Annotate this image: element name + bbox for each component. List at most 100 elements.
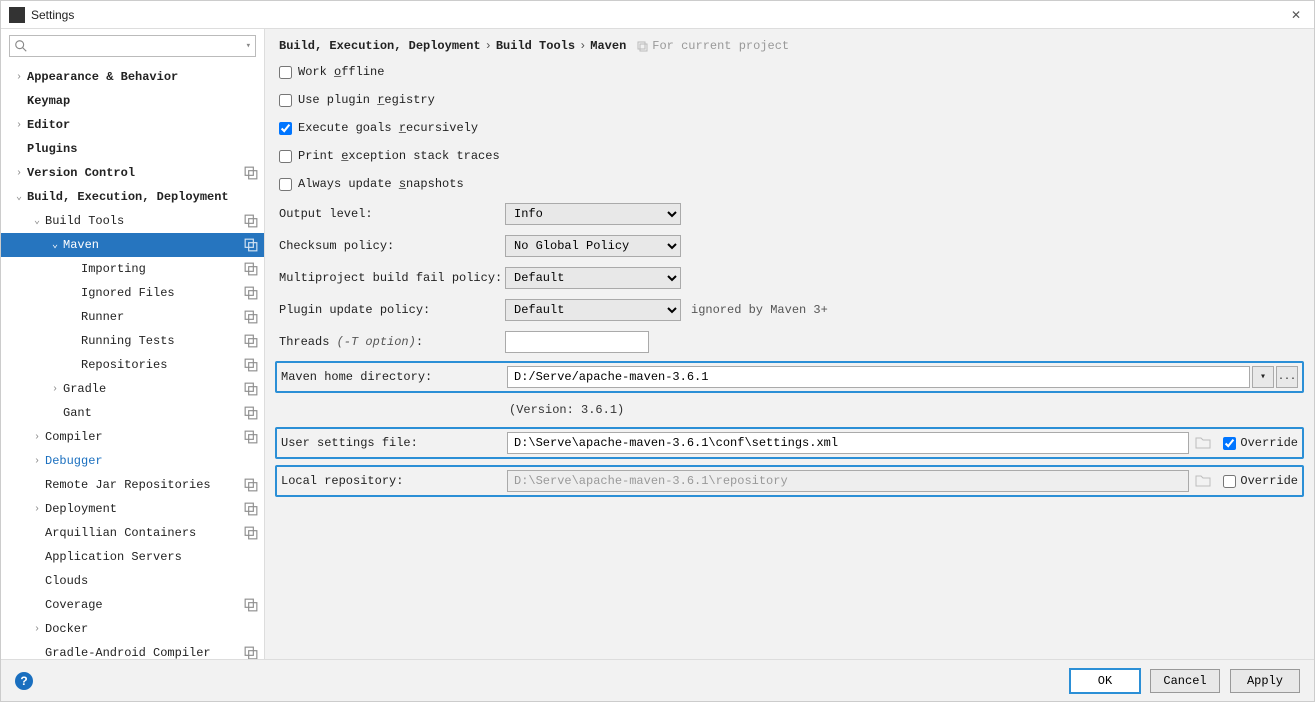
cancel-button[interactable]: Cancel: [1150, 669, 1220, 693]
search-wrap: ▾: [9, 35, 256, 57]
local-repo-override[interactable]: Override: [1223, 474, 1298, 488]
settings-tree: ›Appearance & BehaviorKeymap›EditorPlugi…: [1, 63, 264, 659]
tree-item-arquillian-containers[interactable]: Arquillian Containers: [1, 521, 264, 545]
local-repo-label: Local repository:: [281, 474, 507, 488]
folder-icon[interactable]: [1195, 435, 1211, 451]
user-settings-label: User settings file:: [281, 436, 507, 450]
copy-icon: [244, 406, 258, 420]
tree-item-clouds[interactable]: Clouds: [1, 569, 264, 593]
tree-label: Gradle: [63, 382, 106, 396]
tree-label: Importing: [81, 262, 146, 276]
plugin-update-label: Plugin update policy:: [279, 303, 505, 317]
tree-label: Build Tools: [45, 214, 124, 228]
tree-item-compiler[interactable]: ›Compiler: [1, 425, 264, 449]
tree-label: Deployment: [45, 502, 117, 516]
output-level-select[interactable]: Info: [505, 203, 681, 225]
copy-icon: [244, 262, 258, 276]
tree-item-application-servers[interactable]: Application Servers: [1, 545, 264, 569]
maven-home-input[interactable]: [507, 366, 1250, 388]
tree-item-keymap[interactable]: Keymap: [1, 89, 264, 113]
print-exception-checkbox[interactable]: Print exception stack traces: [279, 145, 1300, 167]
chevron-down-icon[interactable]: ⌄: [49, 239, 61, 251]
multiproject-fail-select[interactable]: Default: [505, 267, 681, 289]
tree-item-deployment[interactable]: ›Deployment: [1, 497, 264, 521]
tree-item-remote-jar-repositories[interactable]: Remote Jar Repositories: [1, 473, 264, 497]
always-update-snapshots-checkbox[interactable]: Always update snapshots: [279, 173, 1300, 195]
tree-item-ignored-files[interactable]: Ignored Files: [1, 281, 264, 305]
main-panel: Build, Execution, Deployment›Build Tools…: [265, 29, 1314, 659]
plugin-update-note: ignored by Maven 3+: [691, 303, 828, 317]
copy-icon: [636, 40, 648, 52]
tree-item-gradle-android-compiler[interactable]: Gradle-Android Compiler: [1, 641, 264, 659]
copy-icon: [244, 358, 258, 372]
maven-version-text: (Version: 3.6.1): [279, 399, 1300, 421]
user-settings-override[interactable]: Override: [1223, 436, 1298, 450]
chevron-right-icon[interactable]: ›: [31, 432, 43, 443]
tree-item-editor[interactable]: ›Editor: [1, 113, 264, 137]
tree-label: Compiler: [45, 430, 103, 444]
apply-button[interactable]: Apply: [1230, 669, 1300, 693]
tree-item-runner[interactable]: Runner: [1, 305, 264, 329]
search-input[interactable]: [30, 39, 246, 53]
chevron-right-icon[interactable]: ›: [31, 456, 43, 467]
checksum-policy-select[interactable]: No Global Policy: [505, 235, 681, 257]
copy-icon: [244, 382, 258, 396]
chevron-down-icon[interactable]: ⌄: [13, 191, 25, 203]
tree-item-maven[interactable]: ⌄Maven: [1, 233, 264, 257]
multiproject-fail-label: Multiproject build fail policy:: [279, 271, 505, 285]
chevron-down-icon[interactable]: ▾: [246, 41, 251, 51]
tree-item-importing[interactable]: Importing: [1, 257, 264, 281]
copy-icon: [244, 430, 258, 444]
close-icon[interactable]: ✕: [1286, 8, 1306, 22]
tree-label: Keymap: [27, 94, 70, 108]
user-settings-input[interactable]: [507, 432, 1189, 454]
tree-item-build-execution-deployment[interactable]: ⌄Build, Execution, Deployment: [1, 185, 264, 209]
copy-icon: [244, 286, 258, 300]
tree-item-version-control[interactable]: ›Version Control: [1, 161, 264, 185]
tree-label: Running Tests: [81, 334, 175, 348]
chevron-down-icon[interactable]: ⌄: [31, 215, 43, 227]
tree-item-build-tools[interactable]: ⌄Build Tools: [1, 209, 264, 233]
chevron-right-icon[interactable]: ›: [13, 72, 25, 83]
execute-goals-recursively-checkbox[interactable]: Execute goals recursively: [279, 117, 1300, 139]
copy-icon: [244, 166, 258, 180]
tree-label: Application Servers: [45, 550, 182, 564]
tree-item-plugins[interactable]: Plugins: [1, 137, 264, 161]
copy-icon: [244, 646, 258, 659]
chevron-right-icon[interactable]: ›: [49, 384, 61, 395]
tree-label: Build, Execution, Deployment: [27, 190, 229, 204]
tree-item-appearance-behavior[interactable]: ›Appearance & Behavior: [1, 65, 264, 89]
use-plugin-registry-checkbox[interactable]: Use plugin registry: [279, 89, 1300, 111]
folder-icon[interactable]: [1195, 473, 1211, 489]
threads-input[interactable]: [505, 331, 649, 353]
browse-maven-home-button[interactable]: ...: [1276, 366, 1298, 388]
tree-label: Appearance & Behavior: [27, 70, 178, 84]
ok-button[interactable]: OK: [1070, 669, 1140, 693]
local-repo-input[interactable]: [507, 470, 1189, 492]
tree-item-debugger[interactable]: ›Debugger: [1, 449, 264, 473]
app-icon: [9, 7, 25, 23]
footer: ? OK Cancel Apply: [1, 659, 1314, 701]
tree-item-repositories[interactable]: Repositories: [1, 353, 264, 377]
help-icon[interactable]: ?: [15, 672, 33, 690]
copy-icon: [244, 310, 258, 324]
work-offline-checkbox[interactable]: Work offline: [279, 61, 1300, 83]
copy-icon: [244, 478, 258, 492]
chevron-right-icon[interactable]: ›: [13, 120, 25, 131]
tree-item-gant[interactable]: Gant: [1, 401, 264, 425]
chevron-right-icon[interactable]: ›: [13, 168, 25, 179]
plugin-update-select[interactable]: Default: [505, 299, 681, 321]
chevron-down-icon[interactable]: ▾: [1252, 366, 1274, 388]
tree-item-running-tests[interactable]: Running Tests: [1, 329, 264, 353]
tree-label: Gradle-Android Compiler: [45, 646, 211, 659]
tree-item-coverage[interactable]: Coverage: [1, 593, 264, 617]
search-icon: [14, 39, 28, 53]
sidebar: ▾ ›Appearance & BehaviorKeymap›EditorPlu…: [1, 29, 265, 659]
tree-item-gradle[interactable]: ›Gradle: [1, 377, 264, 401]
tree-label: Debugger: [45, 454, 103, 468]
chevron-right-icon[interactable]: ›: [31, 624, 43, 635]
chevron-right-icon[interactable]: ›: [31, 504, 43, 515]
tree-item-docker[interactable]: ›Docker: [1, 617, 264, 641]
checksum-policy-label: Checksum policy:: [279, 239, 505, 253]
tree-label: Runner: [81, 310, 124, 324]
